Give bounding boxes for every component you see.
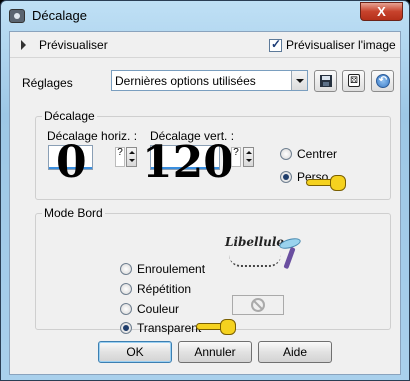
chevron-down-icon[interactable] [291, 71, 307, 90]
pointer-palm [330, 175, 346, 191]
offset-group-title: Décalage [42, 109, 97, 123]
pointer-hand-icon [306, 173, 346, 193]
radio-color-button[interactable] [120, 303, 132, 315]
radio-wrap-label: Enroulement [137, 262, 206, 276]
edge-mode-group-title: Mode Bord [42, 206, 105, 220]
watermark-text: Libellule [225, 235, 285, 249]
save-preset-button[interactable] [314, 70, 337, 92]
preview-toggle[interactable]: Prévisualiser [39, 38, 108, 52]
expand-triangle-icon[interactable] [21, 40, 26, 50]
pointer-palm [220, 319, 236, 335]
edge-mode-group: Mode Bord Enroulement Répétition Couleur… [35, 206, 391, 335]
preset-value: Dernières options utilisées [115, 74, 256, 88]
reset-button[interactable]: ↶ [371, 70, 394, 92]
preview-image-label: Prévisualiser l'image [286, 38, 396, 52]
radio-center-button[interactable] [280, 148, 292, 160]
ok-button[interactable]: OK [98, 341, 172, 363]
radio-custom-button[interactable] [280, 171, 292, 183]
help-button[interactable]: Aide [258, 341, 332, 363]
vertical-offset-value: 120 [142, 137, 234, 188]
horizontal-offset-stepper[interactable] [126, 147, 137, 167]
color-swatch[interactable] [232, 295, 284, 315]
radio-wrap-button[interactable] [120, 263, 132, 275]
title-bar[interactable]: Décalage X [1, 1, 409, 31]
settings-label: Réglages [22, 76, 73, 90]
randomize-button[interactable]: ⚄ [342, 70, 365, 92]
dice-icon: ⚄ [348, 74, 360, 87]
radio-center-label: Centrer [297, 147, 338, 161]
pointer-hand-icon [196, 317, 236, 337]
cancel-button[interactable]: Annuler [178, 341, 252, 363]
libellule-watermark: Libellule [225, 235, 307, 275]
radio-transparent-button[interactable] [120, 322, 132, 334]
radio-transparent-label: Transparent [137, 321, 202, 335]
radio-repeat-label: Répétition [137, 282, 192, 296]
vertical-help-icon[interactable]: ? [231, 147, 241, 167]
dialog-body: Prévisualiser Prévisualiser l'image Régl… [9, 31, 401, 375]
reset-icon: ↶ [376, 74, 390, 88]
settings-row: Réglages Dernières options utilisées ⚄ ↶ [10, 66, 400, 96]
vertical-offset-stepper[interactable] [243, 147, 254, 167]
preview-image-checkbox[interactable] [269, 37, 282, 52]
preview-bar: Prévisualiser Prévisualiser l'image [10, 32, 400, 58]
horizontal-offset-value: 0 [56, 137, 87, 188]
radio-repeat-button[interactable] [120, 283, 132, 295]
radio-color-label: Couleur [137, 302, 180, 316]
watermark-dotted-line [229, 255, 281, 267]
window-title: Décalage [32, 8, 87, 23]
app-icon [9, 9, 25, 23]
horizontal-help-icon[interactable]: ? [115, 147, 125, 167]
close-button[interactable]: X [360, 2, 403, 21]
dialog-window: Décalage X Prévisualiser Prévisualiser l… [0, 0, 410, 381]
preset-dropdown[interactable]: Dernières options utilisées [111, 70, 308, 91]
dragonfly-icon [283, 246, 296, 270]
save-icon [320, 75, 332, 87]
no-color-icon [251, 298, 265, 312]
